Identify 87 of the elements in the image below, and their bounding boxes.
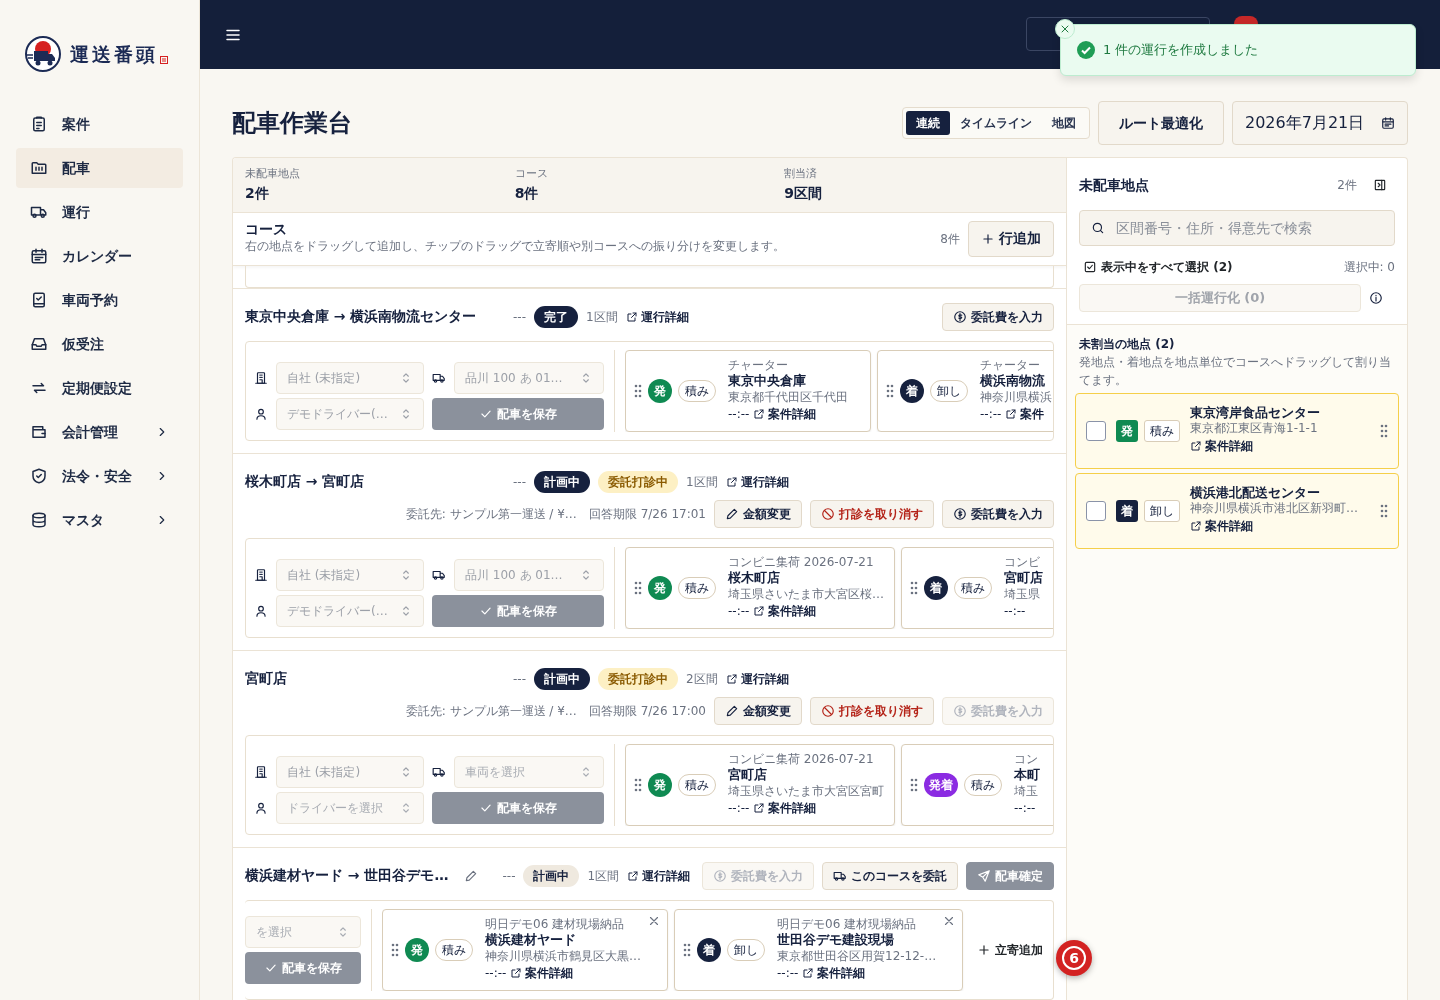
section-description: 発地点・着地点を地点単位でコースへドラッグして割り当てます。 [1078, 354, 1392, 389]
panel-title: 未配車地点 [1079, 175, 1149, 195]
stop-address: 埼玉県 [1004, 586, 1041, 603]
stop-time: --:-- [728, 603, 750, 621]
stop-name: 宮町店 [1004, 569, 1043, 587]
section-count: 2区間 [686, 670, 718, 688]
toast-message: 1 件の運行を作成しました [1103, 41, 1259, 60]
point-name: 横浜港北配送センター [1190, 484, 1321, 502]
stop-time: --:-- [1014, 800, 1036, 818]
section-title: 未割当の地点 (2) [1078, 336, 1176, 353]
stop-time: --:-- [728, 406, 750, 424]
stop-time: --:-- [1004, 603, 1026, 621]
section-count: 1区間 [686, 473, 718, 491]
section-count: 1区間 [586, 308, 618, 326]
kind-badge: 発 [405, 937, 429, 962]
course-title: 桜木町店 → 宮町店 [245, 472, 366, 491]
stat-value: 8件 [514, 183, 540, 203]
stat-value: 9区間 [784, 183, 824, 203]
stop-address: 埼玉県さいたま市大宮区宮町 [728, 783, 884, 800]
stop-address: 東京都千代田区千代田 [728, 389, 848, 406]
stop-category: チャーター [728, 357, 789, 373]
stop-name: 横浜南物流 [980, 372, 1046, 390]
stop-category: コンビニ集荷 2026-07-21 [728, 751, 875, 767]
kind-badge: 着 [1116, 500, 1138, 522]
point-address: 東京都江東区青海1-1-1 [1190, 421, 1319, 437]
kind-badge: 着 [900, 378, 924, 403]
stop-name: 宮町店 [728, 766, 768, 784]
stop-name: 世田谷デモ建設現場 [777, 931, 895, 949]
dash-text: --- [502, 867, 516, 885]
page-title: 配車作業台 [232, 108, 352, 138]
status-pill: 委託打診中 [598, 667, 678, 690]
point-name: 東京湾岸食品センター [1190, 404, 1321, 422]
point-address: 神奈川県横浜市港北区新羽町… [1190, 501, 1359, 517]
section-count: 1区間 [587, 867, 620, 885]
stop-name: 桜木町店 [728, 569, 781, 587]
status-pill: 計画中 [534, 667, 590, 690]
course-title: 宮町店 [245, 669, 288, 688]
stop-name: 東京中央倉庫 [728, 372, 807, 390]
stop-address: 神奈川県横浜 [980, 389, 1052, 406]
stop-category: コンビ [1004, 554, 1041, 570]
dash-text: --- [513, 670, 526, 688]
stat-label: 割当済 [784, 166, 819, 182]
dash-text: --- [513, 473, 526, 491]
action-pill: 卸し [1144, 500, 1180, 522]
kind-badge: 発 [648, 772, 672, 797]
stop-time: --:-- [485, 965, 507, 983]
section-title: コース [245, 221, 288, 239]
brand-name: 運送番頭 [70, 41, 158, 67]
stop-category: コン [1014, 751, 1039, 767]
stop-address: 埼玉県さいたま市大宮区桜… [728, 586, 884, 603]
kind-badge: 発 [648, 575, 672, 600]
deadline-text: 回答期限 7/26 17:00 [588, 702, 706, 720]
commission-text: 委託先: サンプル第一運送 / ¥… [405, 505, 577, 523]
selected-count: 選択中: 0 [1343, 259, 1395, 276]
stop-category: コンビニ集荷 2026-07-21 [728, 554, 875, 570]
stat-label: コース [514, 166, 549, 182]
stop-category: チャーター [980, 357, 1041, 373]
commission-text: 委託先: サンプル第一運送 / ¥… [405, 702, 577, 720]
course-title: 東京中央倉庫 → 横浜南物流センター [245, 307, 478, 326]
stop-time: --:-- [980, 406, 1002, 424]
kind-badge: 発 [1116, 420, 1138, 442]
course-title: 横浜建材ヤード → 世田谷デモ… [245, 866, 449, 885]
panel-count: 2件 [1337, 177, 1357, 194]
stop-category: 明日デモ06 建材現場納品 [485, 916, 626, 932]
course-count: 8件 [940, 230, 960, 248]
stop-time: --:-- [777, 965, 799, 983]
status-pill: 計画中 [523, 864, 580, 887]
stop-category: 明日デモ06 建材現場納品 [777, 916, 918, 932]
kind-badge: 着 [924, 575, 948, 600]
status-pill: 完了 [534, 305, 578, 328]
kind-badge: 発着 [924, 772, 958, 797]
stat-label: 未配車地点 [245, 166, 301, 182]
stop-address: 埼玉 [1014, 783, 1039, 800]
stop-time: --:-- [728, 800, 750, 818]
deadline-text: 回答期限 7/26 17:01 [588, 505, 706, 523]
status-pill: 委託打診中 [598, 470, 678, 493]
kind-badge: 着 [697, 937, 721, 962]
kind-badge: 発 [648, 378, 672, 403]
dash-text: --- [513, 308, 526, 326]
stop-address: 神奈川県横浜市鶴見区大黒… [485, 948, 641, 965]
section-description: 右の地点をドラッグして追加し、チップのドラッグで立寄順や別コースへの振り分けを変更します。 [245, 238, 785, 256]
stat-value: 2件 [245, 183, 270, 203]
action-pill: 積み [1144, 420, 1180, 442]
stop-name: 横浜建材ヤード [485, 931, 577, 949]
status-pill: 計画中 [534, 470, 590, 493]
stop-name: 本町 [1014, 766, 1040, 784]
stop-address: 東京都世田谷区用賀12-12-… [777, 948, 937, 965]
